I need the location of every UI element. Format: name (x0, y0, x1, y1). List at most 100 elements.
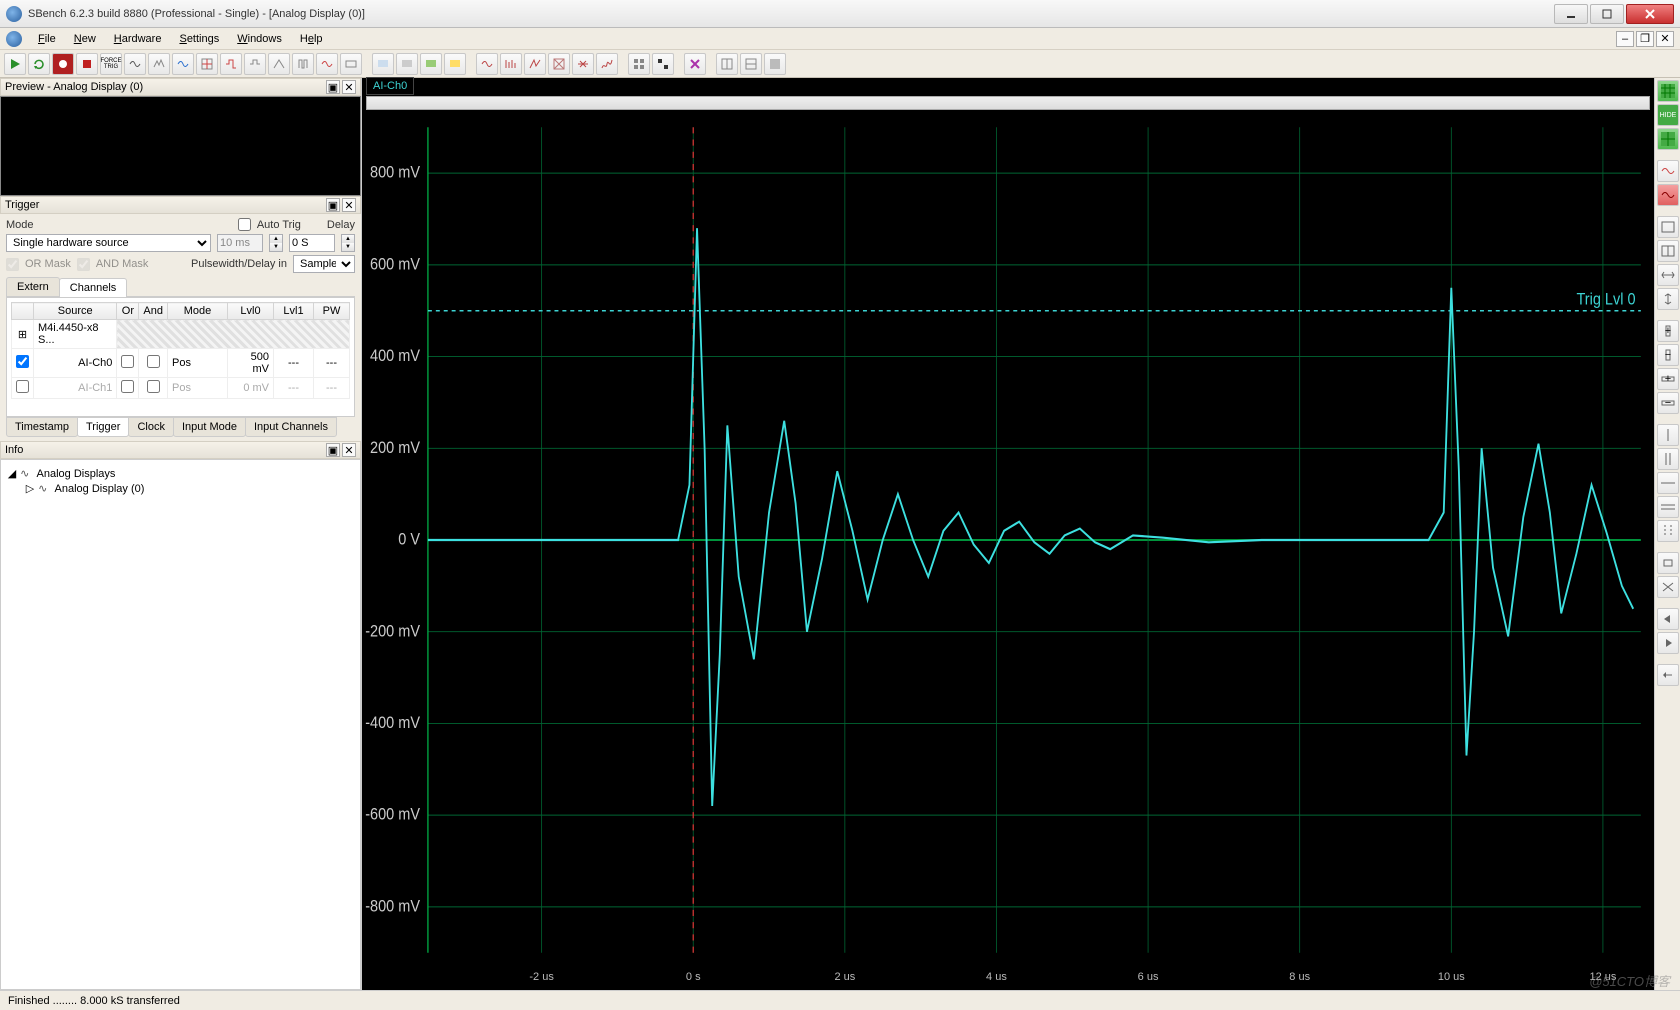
tool-wave3-icon[interactable] (172, 53, 194, 75)
tool-g2-icon[interactable] (652, 53, 674, 75)
source-select[interactable]: Single hardware source (6, 234, 211, 252)
table-row[interactable]: AI-Ch0 Pos 500 mV --- --- (12, 349, 350, 378)
tool-screen4-icon[interactable] (444, 53, 466, 75)
mdi-minimize-button[interactable]: – (1616, 31, 1634, 47)
tree-child[interactable]: ▷ ∿ Analog Display (0) (7, 481, 354, 496)
delay-field[interactable] (289, 234, 335, 252)
pw-unit-select[interactable]: Samples (293, 255, 355, 273)
tool-screen3-icon[interactable] (420, 53, 442, 75)
tool-wave1-icon[interactable] (124, 53, 146, 75)
sig2-icon[interactable] (1657, 184, 1679, 206)
tool-wave7-icon[interactable] (268, 53, 290, 75)
maximize-button[interactable] (1590, 4, 1624, 24)
tree-root[interactable]: ◢ ∿ Analog Displays (7, 466, 354, 481)
delay-spinner[interactable]: ▲▼ (341, 234, 355, 252)
tool-m3-icon[interactable] (524, 53, 546, 75)
tool-w3-icon[interactable] (764, 53, 786, 75)
bottab-trigger[interactable]: Trigger (77, 417, 129, 437)
cursor2-icon[interactable] (1657, 448, 1679, 470)
preview-pin-icon[interactable]: ▣ (326, 80, 340, 94)
col-mode[interactable]: Mode (168, 303, 228, 320)
tool-m6-icon[interactable] (596, 53, 618, 75)
cursor5-icon[interactable] (1657, 520, 1679, 542)
row-enable-checkbox[interactable] (16, 355, 29, 368)
preview-close-icon[interactable]: ✕ (342, 80, 356, 94)
tool-wave5-icon[interactable] (220, 53, 242, 75)
tool-m4-icon[interactable] (548, 53, 570, 75)
col-lvl0[interactable]: Lvl0 (228, 303, 274, 320)
table-row[interactable]: ⊞ M4i.4450-x8 S... (12, 320, 350, 349)
cursor4-icon[interactable] (1657, 496, 1679, 518)
mdi-restore-button[interactable]: ❐ (1636, 31, 1654, 47)
undo-icon[interactable] (1657, 664, 1679, 686)
tool-force-trig-icon[interactable]: FORCETRIG (100, 53, 122, 75)
zoom-out-icon[interactable]: − (1657, 344, 1679, 366)
zoom-y-icon[interactable] (1657, 288, 1679, 310)
row-enable-checkbox[interactable] (16, 380, 29, 393)
menu-settings[interactable]: Settings (171, 31, 227, 47)
info-close-icon[interactable]: ✕ (342, 443, 356, 457)
zoom-x-icon[interactable] (1657, 264, 1679, 286)
row-and-checkbox[interactable] (147, 380, 160, 393)
expand-icon[interactable]: ▷ (25, 482, 35, 495)
tool-m2-icon[interactable] (500, 53, 522, 75)
row-and-checkbox[interactable] (147, 355, 160, 368)
tool-wave9-icon[interactable] (316, 53, 338, 75)
tool-wave6-icon[interactable] (244, 53, 266, 75)
tab-channels[interactable]: Channels (59, 278, 127, 297)
info-pin-icon[interactable]: ▣ (326, 443, 340, 457)
tool-g1-icon[interactable] (628, 53, 650, 75)
tool-m1-icon[interactable] (476, 53, 498, 75)
tool-record-icon[interactable] (52, 53, 74, 75)
close-button[interactable] (1626, 4, 1674, 24)
channel-label[interactable]: AI-Ch0 (366, 77, 414, 95)
menu-new[interactable]: New (66, 31, 104, 47)
marker1-icon[interactable] (1657, 552, 1679, 574)
bottab-inputmode[interactable]: Input Mode (173, 417, 246, 437)
tool-wave4-icon[interactable] (196, 53, 218, 75)
marker2-icon[interactable] (1657, 576, 1679, 598)
scroll-left-icon[interactable] (1657, 608, 1679, 630)
zoom-in-icon[interactable]: + (1657, 320, 1679, 342)
zoom-hout-icon[interactable]: − (1657, 392, 1679, 414)
tool-screen1-icon[interactable] (372, 53, 394, 75)
menu-windows[interactable]: Windows (229, 31, 290, 47)
tool-w2-icon[interactable] (740, 53, 762, 75)
bottab-timestamp[interactable]: Timestamp (6, 417, 78, 437)
tab-extern[interactable]: Extern (6, 277, 60, 296)
tool-play-icon[interactable] (4, 53, 26, 75)
bottab-inputchannels[interactable]: Input Channels (245, 417, 337, 437)
sig1-icon[interactable] (1657, 160, 1679, 182)
tool-del-icon[interactable] (684, 53, 706, 75)
horizontal-scrollbar[interactable] (366, 96, 1650, 110)
bottab-clock[interactable]: Clock (128, 417, 174, 437)
trigger-close-icon[interactable]: ✕ (342, 198, 356, 212)
mdi-close-button[interactable]: ✕ (1656, 31, 1674, 47)
menu-file[interactable]: File (30, 31, 64, 47)
col-pw[interactable]: PW (314, 303, 350, 320)
auto-trig-checkbox[interactable] (238, 218, 251, 231)
col-source[interactable]: Source (34, 303, 117, 320)
tool-w1-icon[interactable] (716, 53, 738, 75)
collapse-icon[interactable]: ◢ (7, 467, 17, 480)
row-or-checkbox[interactable] (121, 355, 134, 368)
scroll-right-icon[interactable] (1657, 632, 1679, 654)
trigger-pin-icon[interactable]: ▣ (326, 198, 340, 212)
col-lvl1[interactable]: Lvl1 (274, 303, 314, 320)
oscilloscope-display[interactable]: Trig Lvl 0800 mV600 mV400 mV200 mV0 V-20… (362, 112, 1654, 968)
tool-loop-icon[interactable] (28, 53, 50, 75)
zoom-reset2-icon[interactable] (1657, 240, 1679, 262)
cursor3-icon[interactable] (1657, 472, 1679, 494)
tool-screen2-icon[interactable] (396, 53, 418, 75)
tool-wave8-icon[interactable] (292, 53, 314, 75)
grid-full-icon[interactable] (1657, 80, 1679, 102)
cursor1-icon[interactable] (1657, 424, 1679, 446)
menu-help[interactable]: Help (292, 31, 331, 47)
table-row[interactable]: AI-Ch1 Pos 0 mV --- --- (12, 378, 350, 399)
tool-m5-icon[interactable] (572, 53, 594, 75)
col-or[interactable]: Or (117, 303, 139, 320)
tool-wave2-icon[interactable] (148, 53, 170, 75)
zoom-reset1-icon[interactable] (1657, 216, 1679, 238)
minimize-button[interactable] (1554, 4, 1588, 24)
timeout-spinner[interactable]: ▲▼ (269, 234, 283, 252)
